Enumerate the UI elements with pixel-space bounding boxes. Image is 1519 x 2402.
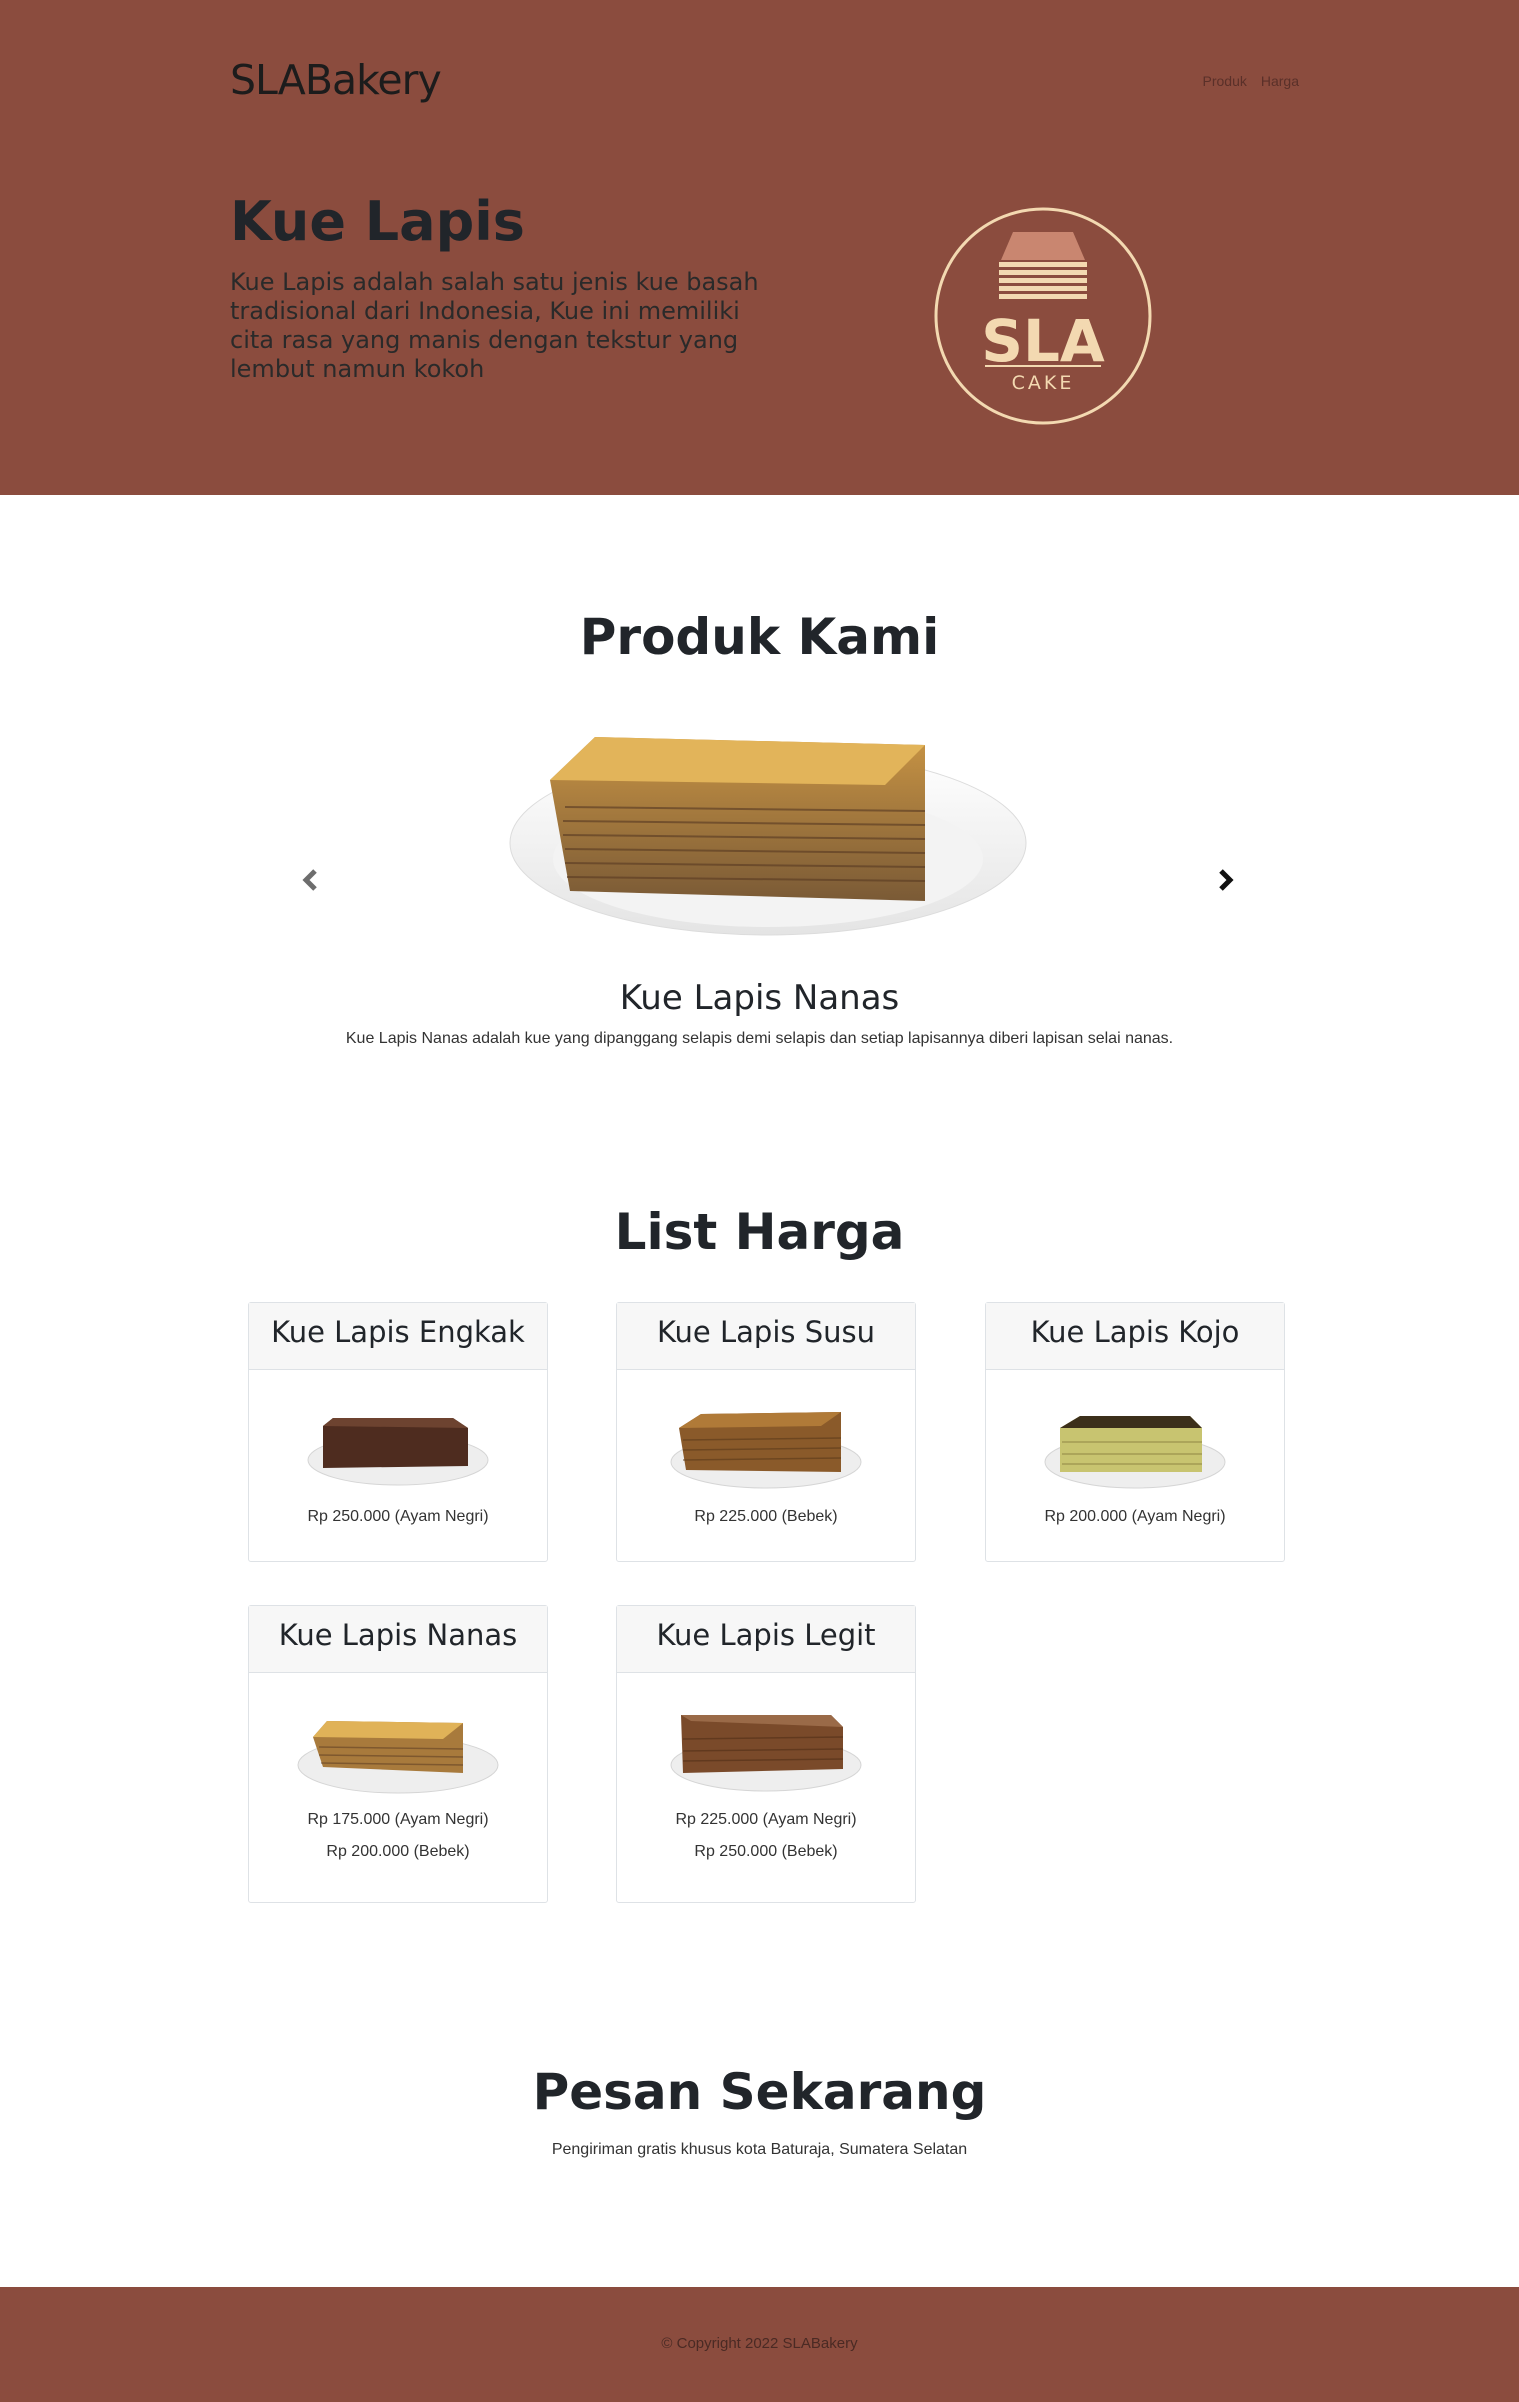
price-card: Kue Lapis Engkak Rp 250.000 (Ayam Negri) bbox=[248, 1302, 548, 1562]
price-text: Rp 200.000 (Bebek) bbox=[326, 1843, 470, 1860]
nav-link-produk[interactable]: Produk bbox=[1203, 73, 1247, 89]
brand-logo-text[interactable]: SLABakery bbox=[230, 56, 442, 104]
price-card: Kue Lapis Nanas Rp 175.000 (Ayam Negri) … bbox=[248, 1605, 548, 1903]
price-card: Kue Lapis Susu Rp 225.000 (Bebek) bbox=[616, 1302, 916, 1562]
price-card-title: Kue Lapis Susu bbox=[617, 1303, 915, 1370]
carousel-caption-title: Kue Lapis Nanas bbox=[619, 978, 900, 1018]
products-title: Produk Kami bbox=[579, 608, 940, 666]
cake-image bbox=[307, 1418, 489, 1486]
price-text: Rp 250.000 (Bebek) bbox=[694, 1843, 838, 1860]
carousel-product-image bbox=[509, 737, 1027, 936]
logo-sub: CAKE bbox=[1012, 372, 1075, 394]
price-card: Kue Lapis Legit Rp 225.000 (Ayam Negri) … bbox=[616, 1605, 916, 1903]
top-nav: Produk Harga bbox=[1203, 73, 1300, 89]
price-card: Kue Lapis Kojo Rp 200.000 (Ayam Negri) bbox=[985, 1302, 1285, 1562]
cake-image bbox=[1044, 1416, 1226, 1489]
price-text: Rp 250.000 (Ayam Negri) bbox=[307, 1508, 489, 1525]
price-card-title: Kue Lapis Legit bbox=[617, 1606, 915, 1673]
price-text: Rp 225.000 (Bebek) bbox=[694, 1508, 838, 1525]
cake-image bbox=[670, 1412, 862, 1489]
price-text: Rp 175.000 (Ayam Negri) bbox=[307, 1811, 489, 1828]
order-title: Pesan Sekarang bbox=[532, 2063, 987, 2121]
price-list-title: List Harga bbox=[614, 1203, 905, 1261]
cake-image bbox=[297, 1721, 499, 1794]
order-text: Pengiriman gratis khusus kota Baturaja, … bbox=[551, 2141, 968, 2158]
nav-link-harga[interactable]: Harga bbox=[1261, 73, 1299, 89]
price-card-title: Kue Lapis Engkak bbox=[249, 1303, 547, 1370]
hero-title: Kue Lapis bbox=[230, 190, 525, 253]
logo-word: SLA bbox=[981, 307, 1105, 375]
copyright-text: © Copyright 2022 SLABakery bbox=[661, 2335, 858, 2352]
price-text: Rp 225.000 (Ayam Negri) bbox=[675, 1811, 857, 1828]
chevron-left-icon[interactable] bbox=[299, 868, 323, 892]
cake-image bbox=[670, 1715, 862, 1792]
chevron-right-icon[interactable] bbox=[1213, 868, 1237, 892]
price-card-title: Kue Lapis Nanas bbox=[249, 1606, 547, 1673]
price-text: Rp 200.000 (Ayam Negri) bbox=[1044, 1508, 1226, 1525]
hero-description: Kue Lapis adalah salah satu jenis kue ba… bbox=[230, 268, 759, 383]
carousel-caption-text: Kue Lapis Nanas adalah kue yang dipangga… bbox=[345, 1030, 1174, 1047]
price-card-title: Kue Lapis Kojo bbox=[986, 1303, 1284, 1370]
sla-cake-logo: SLA CAKE bbox=[934, 207, 1152, 425]
